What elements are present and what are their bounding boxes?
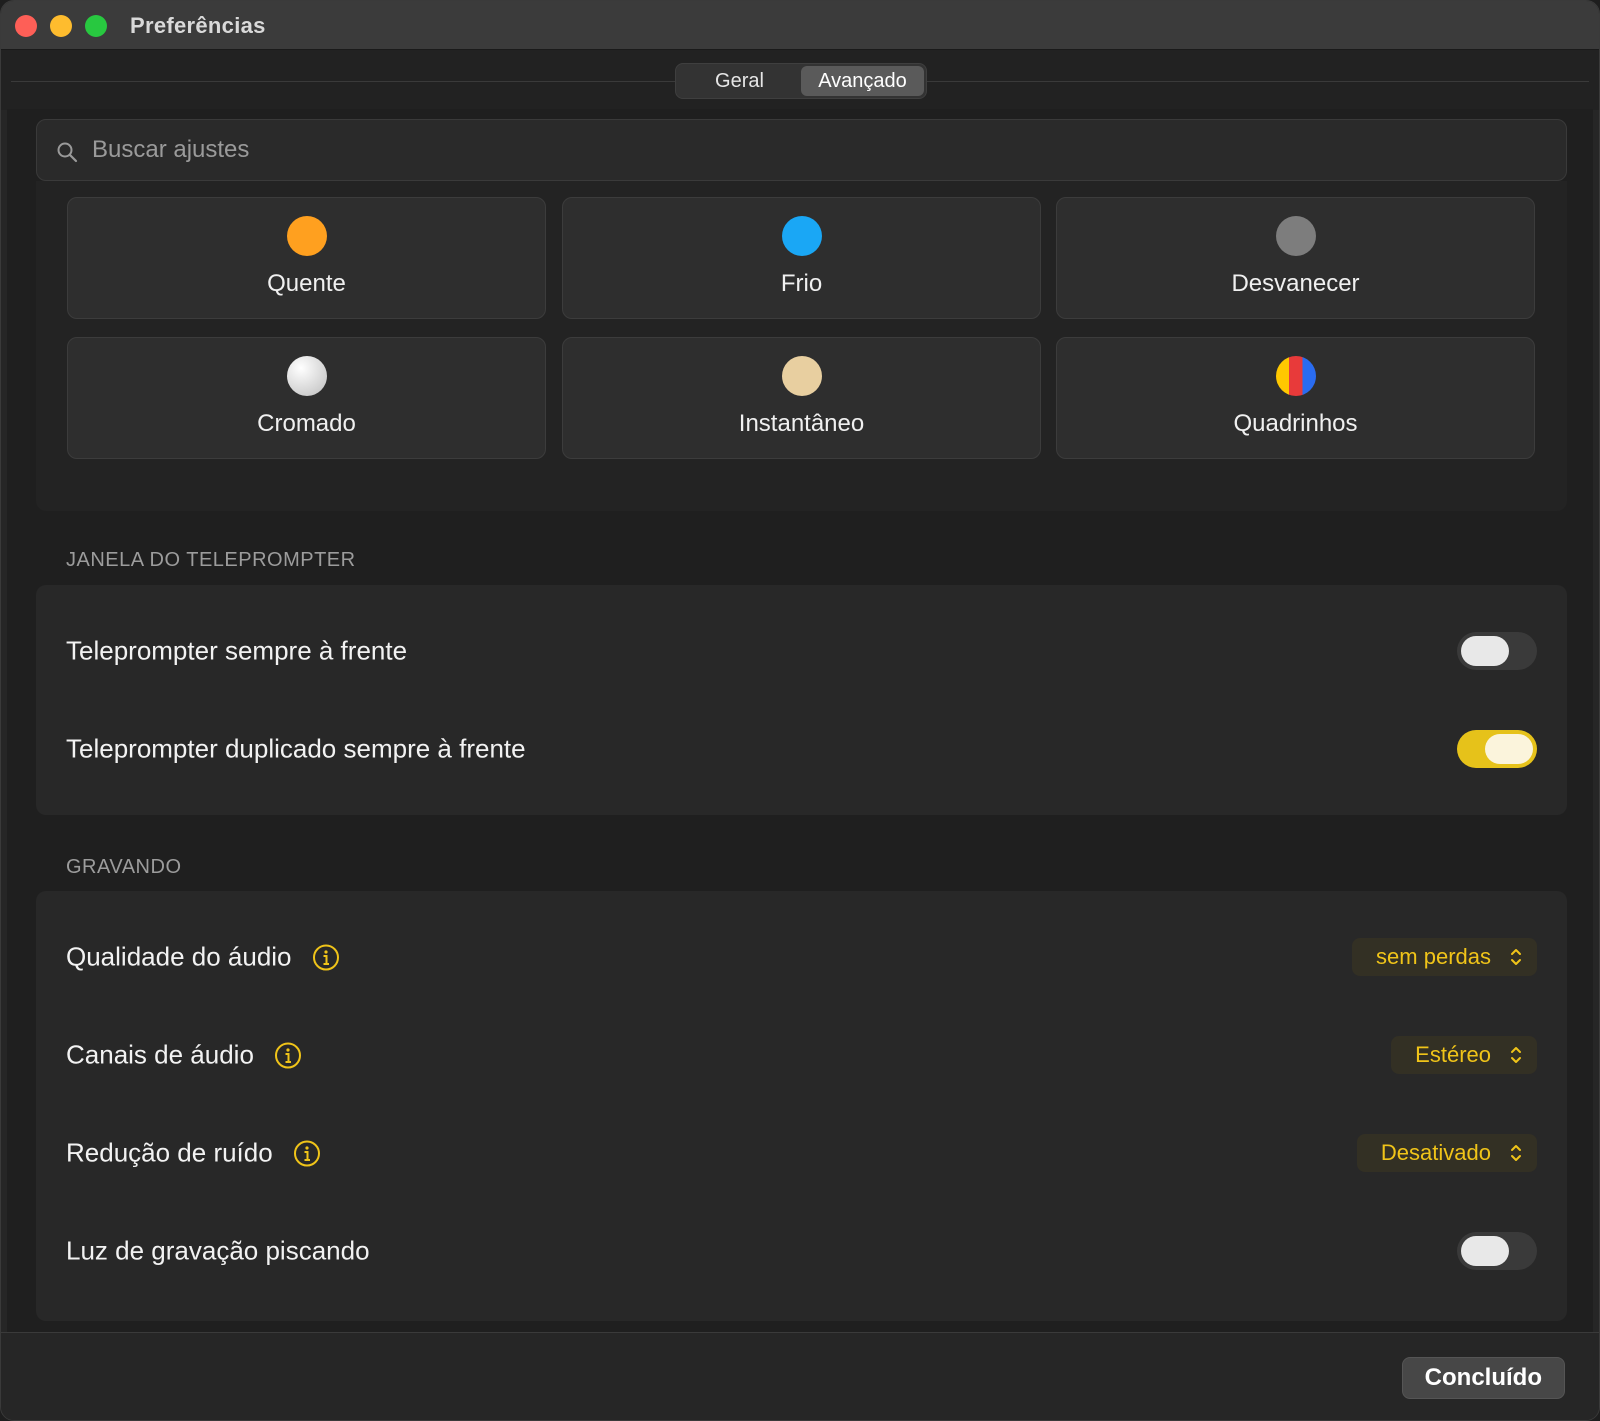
setting-row-audio-quality: Qualidade do áudio sem perdas (36, 909, 1567, 1005)
theme-label: Desvanecer (1231, 270, 1360, 297)
updown-chevron-icon (1511, 949, 1521, 965)
done-button[interactable]: Concluído (1401, 1357, 1565, 1399)
search-input[interactable] (92, 120, 1492, 180)
info-icon[interactable] (274, 1041, 302, 1069)
theme-card-cromado[interactable]: Cromado (67, 337, 546, 459)
setting-row-noise-reduction: Redução de ruído Desativado (36, 1105, 1567, 1201)
audio-quality-label: Qualidade do áudio (66, 941, 292, 972)
setting-label: Qualidade do áudio (66, 942, 340, 973)
setting-row-recording-light: Luz de gravação piscando (36, 1203, 1567, 1299)
setting-row-duplicate-front: Teleprompter duplicado sempre à frente (36, 701, 1567, 797)
setting-row-audio-channels: Canais de áudio Estéreo (36, 1007, 1567, 1103)
toggle-knob (1461, 636, 1509, 666)
warm-color-icon (286, 216, 327, 256)
tab-switcher: Geral Avançado (675, 63, 927, 99)
audio-channels-select[interactable]: Estéreo (1391, 1036, 1537, 1074)
close-window-button[interactable] (15, 15, 37, 37)
search-icon (57, 142, 78, 163)
zoom-window-button[interactable] (85, 15, 107, 37)
tab-geral[interactable]: Geral (678, 66, 801, 96)
setting-label: Canais de áudio (66, 1040, 302, 1071)
comics-color-icon (1275, 356, 1316, 396)
theme-label: Instantâneo (738, 410, 865, 437)
setting-label: Teleprompter sempre à frente (66, 635, 408, 666)
recording-light-toggle[interactable] (1457, 1232, 1537, 1270)
window-title: Preferências (130, 13, 266, 38)
theme-card-desvanecer[interactable]: Desvanecer (1056, 197, 1535, 319)
section-header-teleprompter: JANELA DO TELEPROMPTER (66, 549, 356, 571)
info-icon[interactable] (293, 1139, 321, 1167)
toggle-knob (1461, 1236, 1509, 1266)
duplicate-front-toggle[interactable] (1457, 730, 1537, 768)
updown-chevron-icon (1511, 1047, 1521, 1063)
chrome-color-icon (286, 356, 327, 396)
instant-color-icon (781, 356, 822, 396)
setting-label: Luz de gravação piscando (66, 1235, 370, 1266)
audio-quality-select[interactable]: sem perdas (1352, 938, 1537, 976)
minimize-window-button[interactable] (50, 15, 72, 37)
theme-label: Quente (267, 270, 346, 297)
theme-card-frio[interactable]: Frio (562, 197, 1041, 319)
setting-label: Teleprompter duplicado sempre à frente (66, 733, 526, 764)
theme-label: Cromado (257, 410, 356, 437)
fade-color-icon (1275, 216, 1316, 256)
setting-label: Redução de ruído (66, 1138, 321, 1169)
footer-bar: Concluído (1, 1332, 1599, 1420)
info-icon[interactable] (312, 943, 340, 971)
preferences-window: Preferências Geral Avançado Quente Frio … (0, 0, 1600, 1421)
select-value: sem perdas (1376, 944, 1491, 969)
select-value: Desativado (1380, 1140, 1491, 1165)
audio-channels-label: Canais de áudio (66, 1039, 254, 1070)
tab-avancado[interactable]: Avançado (801, 66, 924, 96)
theme-card-instantaneo[interactable]: Instantâneo (562, 337, 1041, 459)
title-bar: Preferências (1, 1, 1599, 50)
search-field[interactable] (36, 119, 1567, 181)
section-header-recording: GRAVANDO (66, 856, 182, 878)
theme-label: Quadrinhos (1233, 410, 1358, 437)
noise-reduction-label: Redução de ruído (66, 1137, 273, 1168)
noise-reduction-select[interactable]: Desativado (1356, 1134, 1537, 1172)
select-value: Estéreo (1415, 1042, 1491, 1067)
teleprompter-front-toggle[interactable] (1457, 632, 1537, 670)
theme-card-quente[interactable]: Quente (67, 197, 546, 319)
updown-chevron-icon (1511, 1145, 1521, 1161)
theme-card-quadrinhos[interactable]: Quadrinhos (1056, 337, 1535, 459)
cool-color-icon (781, 216, 822, 256)
setting-row-teleprompter-front: Teleprompter sempre à frente (36, 603, 1567, 699)
toggle-knob (1485, 734, 1533, 764)
theme-label: Frio (780, 270, 823, 297)
